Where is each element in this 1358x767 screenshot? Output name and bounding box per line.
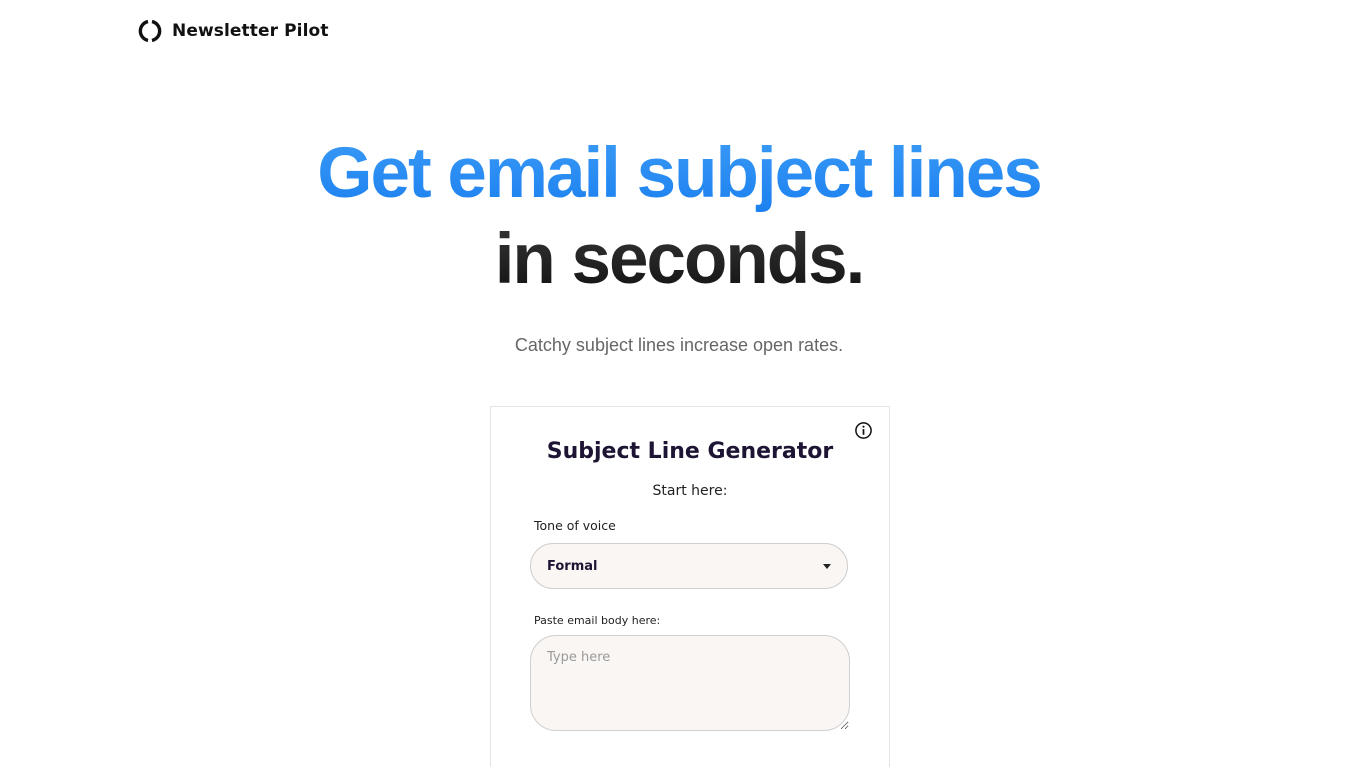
tone-selected-value: Formal bbox=[547, 559, 598, 574]
caret-down-icon bbox=[823, 564, 831, 569]
card-title: Subject Line Generator bbox=[546, 439, 834, 464]
brand-name[interactable]: Newsletter Pilot bbox=[172, 21, 329, 41]
tone-of-voice-select[interactable]: Formal bbox=[530, 543, 848, 589]
generator-card: Subject Line Generator Start here: Tone … bbox=[490, 406, 890, 767]
card-subtitle: Start here: bbox=[652, 483, 728, 499]
email-body-label: Paste email body here: bbox=[534, 614, 661, 627]
tone-of-voice-label: Tone of voice bbox=[534, 518, 616, 533]
hero-line-dark: in seconds. bbox=[0, 216, 1358, 304]
logo-ring-icon[interactable] bbox=[138, 19, 162, 43]
hero-heading: Get email subject lines in seconds. bbox=[0, 132, 1358, 304]
hero-line-accent: Get email subject lines bbox=[0, 132, 1358, 216]
email-body-input[interactable] bbox=[530, 635, 850, 731]
site-header: Newsletter Pilot bbox=[138, 19, 329, 43]
info-icon[interactable] bbox=[854, 421, 873, 440]
hero-subtitle: Catchy subject lines increase open rates… bbox=[514, 335, 844, 355]
